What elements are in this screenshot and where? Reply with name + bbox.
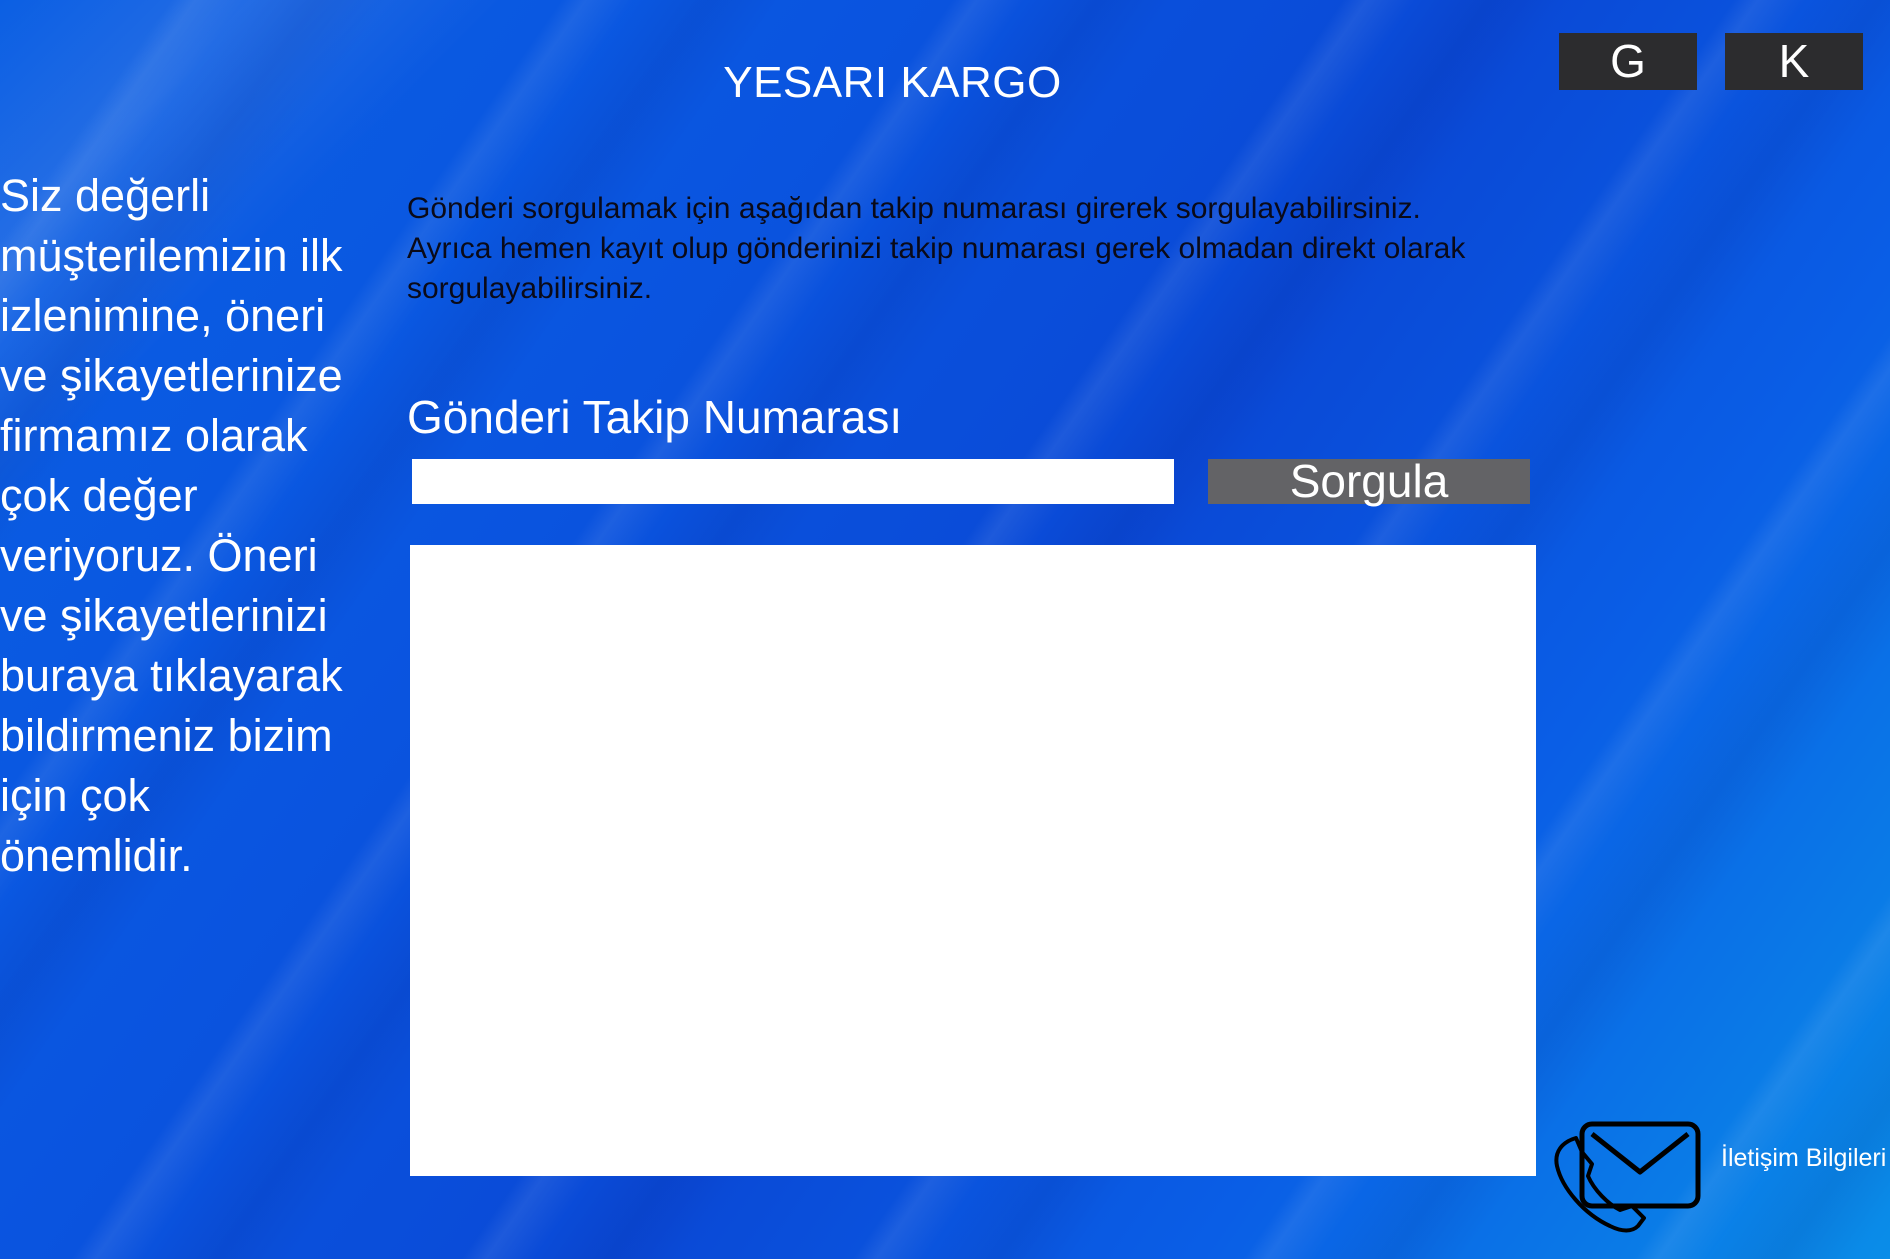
contact-info-link[interactable]: İletişim Bilgileri — [1552, 1116, 1890, 1236]
info-line: Ayrıca hemen kayıt olup gönderinizi taki… — [407, 232, 1466, 265]
brand-title: YESARI KARGO — [723, 58, 1062, 107]
result-panel — [410, 545, 1536, 1176]
feedback-message-link[interactable]: Siz değerli müşterilemizin ilk izlenimin… — [0, 166, 350, 886]
info-line: Gönderi sorgulamak için aşağıdan takip n… — [407, 192, 1421, 225]
language-k-button[interactable]: K — [1725, 33, 1863, 90]
envelope-phone-icon — [1554, 1121, 1701, 1233]
info-text: Gönderi sorgulamak için aşağıdan takip n… — [407, 189, 1577, 309]
tracking-number-label: Gönderi Takip Numarası — [407, 391, 903, 443]
tracking-number-input[interactable] — [412, 459, 1174, 504]
contact-info-label: İletişim Bilgileri — [1721, 1144, 1887, 1172]
info-line: sorgulayabilirsiniz. — [407, 272, 653, 305]
query-button[interactable]: Sorgula — [1208, 458, 1530, 504]
language-g-button[interactable]: G — [1559, 33, 1697, 90]
